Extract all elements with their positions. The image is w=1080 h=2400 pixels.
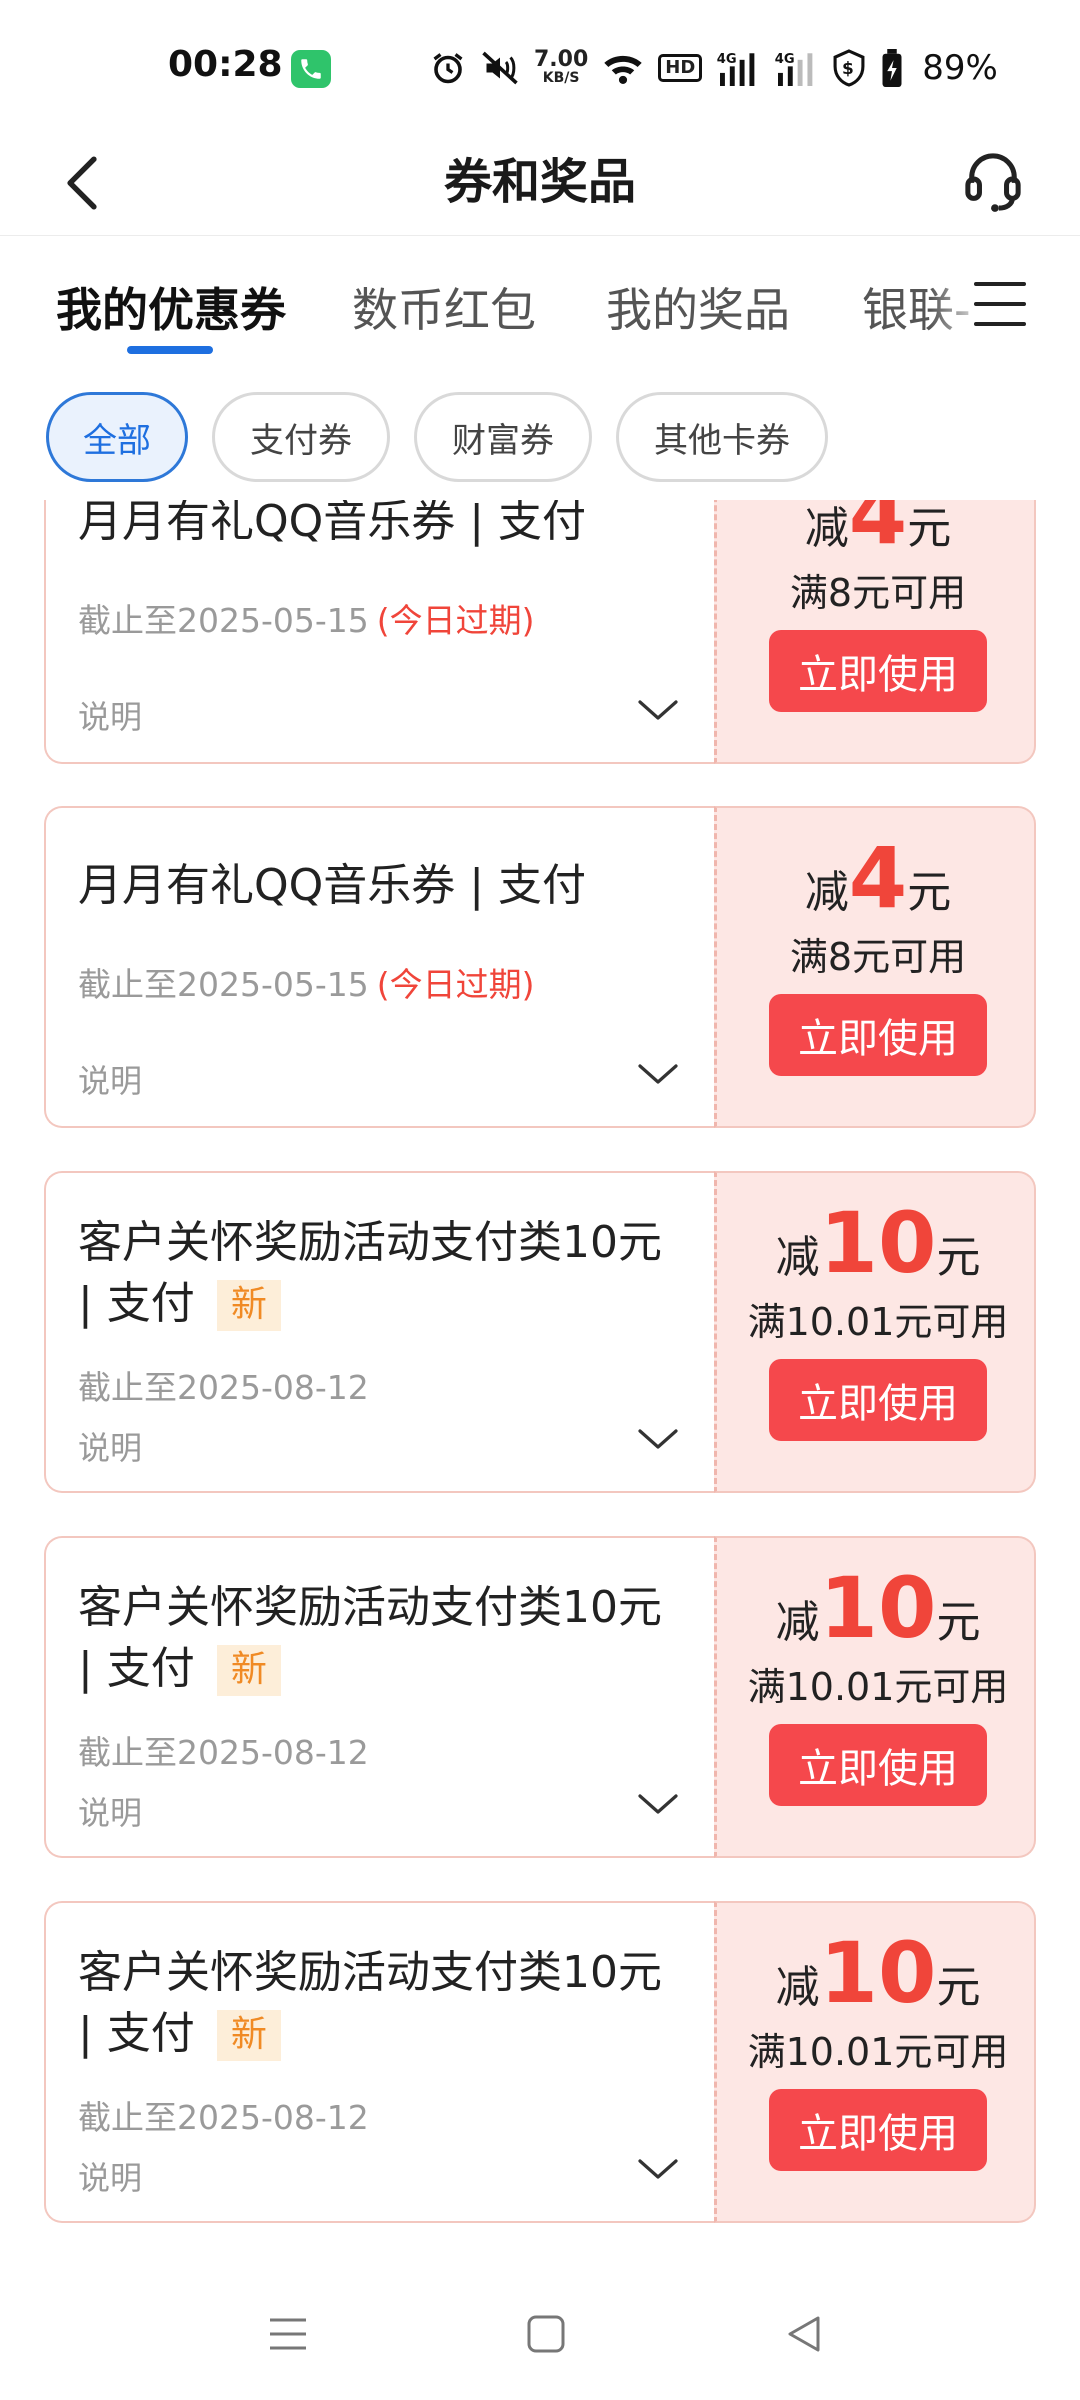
system-nav-bar <box>0 2268 1080 2400</box>
new-badge: 新 <box>216 2010 281 2062</box>
coupon-expiry: 截止至2025-08-12 <box>78 1368 369 1407</box>
coupon-amount: 减4元 <box>804 500 952 563</box>
active-tab-indicator <box>127 346 213 354</box>
back-triangle-icon <box>788 2316 820 2352</box>
use-now-button[interactable]: 立即使用 <box>769 994 987 1076</box>
filter-chips: 全部 支付券 财富券 其他卡券 <box>0 392 1080 484</box>
headset-icon <box>965 153 1021 212</box>
mute-icon <box>480 49 520 87</box>
expiry-warning: (今日过期) <box>376 965 535 1004</box>
coupon-condition: 满10.01元可用 <box>747 1300 1009 1344</box>
use-now-button[interactable]: 立即使用 <box>769 2089 987 2171</box>
menu-icon-line <box>974 302 1026 306</box>
coupon-card: 客户关怀奖励活动支付类10元 | 支付新 截止至2025-08-12 说明 减1… <box>44 1171 1036 1493</box>
chevron-down-icon[interactable] <box>636 690 680 730</box>
coupon-value-panel: 减4元 满8元可用 立即使用 <box>714 806 1036 1128</box>
customer-service-button[interactable] <box>958 146 1028 216</box>
filter-wealth-coupons[interactable]: 财富券 <box>414 392 592 482</box>
nav-back-button[interactable] <box>774 2304 834 2364</box>
coupon-info: 月月有礼QQ音乐券 | 支付 截止至2025-05-15 (今日过期) 说明 <box>44 500 714 764</box>
coupon-condition: 满10.01元可用 <box>747 1665 1009 1709</box>
coupon-info: 客户关怀奖励活动支付类10元 | 支付新 截止至2025-08-12 说明 <box>44 1171 714 1493</box>
menu-icon <box>270 2318 306 2350</box>
svg-text:$: $ <box>842 59 854 79</box>
coupon-card: 客户关怀奖励活动支付类10元 | 支付新 截止至2025-08-12 说明 减1… <box>44 1901 1036 2223</box>
home-square-icon <box>527 2315 565 2353</box>
battery-percent: 89% <box>922 48 998 88</box>
tab-bar: 我的优惠券 数币红包 我的奖品 银联- <box>0 236 1080 366</box>
coupon-title: 客户关怀奖励活动支付类10元 | 支付新 <box>78 1943 678 2064</box>
coupon-amount: 减10元 <box>775 1924 981 2022</box>
coupon-expiry: 截止至2025-05-15 (今日过期) <box>78 601 535 640</box>
menu-icon-line <box>974 282 1026 286</box>
coupon-value-panel: 减10元 满10.01元可用 立即使用 <box>714 1171 1036 1493</box>
coupon-amount: 减10元 <box>775 1194 981 1292</box>
coupon-amount: 减4元 <box>804 829 952 927</box>
coupon-value-panel: 减10元 满10.01元可用 立即使用 <box>714 1536 1036 1858</box>
coupon-card: 月月有礼QQ音乐券 | 支付 截止至2025-05-15 (今日过期) 说明 减4… <box>44 500 1036 764</box>
menu-icon-line <box>974 322 1026 326</box>
coupon-expiry: 截止至2025-08-12 <box>78 2098 369 2137</box>
chevron-down-icon[interactable] <box>636 1054 680 1094</box>
wifi-icon <box>602 49 644 87</box>
coupon-description-link[interactable]: 说明 <box>78 692 142 738</box>
coupon-card: 客户关怀奖励活动支付类10元 | 支付新 截止至2025-08-12 说明 减1… <box>44 1536 1036 1858</box>
coupon-description-link[interactable]: 说明 <box>78 1056 142 1102</box>
status-time: 00:28 <box>168 44 283 85</box>
coupon-title: 客户关怀奖励活动支付类10元 | 支付新 <box>78 1578 678 1699</box>
coupon-info: 客户关怀奖励活动支付类10元 | 支付新 截止至2025-08-12 说明 <box>44 1901 714 2223</box>
tab-my-coupons[interactable]: 我的优惠券 <box>56 274 286 340</box>
chevron-down-icon[interactable] <box>636 2149 680 2189</box>
coupon-title: 月月有礼QQ音乐券 | 支付 <box>78 860 587 911</box>
coupon-info: 客户关怀奖励活动支付类10元 | 支付新 截止至2025-08-12 说明 <box>44 1536 714 1858</box>
new-badge: 新 <box>216 1280 281 1332</box>
coupon-expiry: 截止至2025-05-15 (今日过期) <box>78 965 535 1004</box>
battery-icon <box>880 49 904 87</box>
coupon-value-panel: 减4元 满8元可用 立即使用 <box>714 500 1036 764</box>
coupon-list: 月月有礼QQ音乐券 | 支付 截止至2025-05-15 (今日过期) 说明 减4… <box>0 500 1080 2268</box>
status-bar: 00:28 7.00 KB/S HD 4G 4G $ 89% <box>0 0 1080 130</box>
svg-text:4G: 4G <box>717 52 737 67</box>
signal-4g-icon: 4G <box>716 49 760 87</box>
use-now-button[interactable]: 立即使用 <box>769 630 987 712</box>
coupon-card: 月月有礼QQ音乐券 | 支付 截止至2025-05-15 (今日过期) 说明 减4… <box>44 806 1036 1128</box>
page-title: 券和奖品 <box>443 154 636 210</box>
tab-menu-button[interactable] <box>974 276 1030 332</box>
coupon-description-link[interactable]: 说明 <box>78 2153 142 2199</box>
signal-4g-icon: 4G <box>774 49 818 87</box>
new-badge: 新 <box>216 1645 281 1697</box>
filter-payment-coupons[interactable]: 支付券 <box>212 392 390 482</box>
coupon-amount: 减10元 <box>775 1559 981 1657</box>
expiry-warning: (今日过期) <box>376 601 535 640</box>
tab-digital-red-packets[interactable]: 数币红包 <box>352 274 536 340</box>
chevron-down-icon[interactable] <box>636 1419 680 1459</box>
coupon-info: 月月有礼QQ音乐券 | 支付 截止至2025-05-15 (今日过期) 说明 <box>44 806 714 1128</box>
use-now-button[interactable]: 立即使用 <box>769 1724 987 1806</box>
tab-my-prizes[interactable]: 我的奖品 <box>606 274 790 340</box>
coupon-condition: 满8元可用 <box>789 571 967 615</box>
coupon-expiry: 截止至2025-08-12 <box>78 1733 369 1772</box>
coupon-title: 客户关怀奖励活动支付类10元 | 支付新 <box>78 1213 678 1334</box>
alarm-icon <box>430 49 466 87</box>
svg-text:4G: 4G <box>775 52 795 67</box>
nav-home-button[interactable] <box>516 2304 576 2364</box>
shield-icon: $ <box>832 49 866 87</box>
title-bar: 券和奖品 <box>0 130 1080 236</box>
coupon-condition: 满10.01元可用 <box>747 2030 1009 2074</box>
call-icon <box>291 50 331 88</box>
coupon-title: 月月有礼QQ音乐券 | 支付 <box>78 500 587 547</box>
filter-other-cards[interactable]: 其他卡券 <box>616 392 828 482</box>
net-speed: 7.00 KB/S <box>534 47 589 86</box>
chevron-down-icon[interactable] <box>636 1784 680 1824</box>
use-now-button[interactable]: 立即使用 <box>769 1359 987 1441</box>
coupon-description-link[interactable]: 说明 <box>78 1788 142 1834</box>
coupon-value-panel: 减10元 满10.01元可用 立即使用 <box>714 1901 1036 2223</box>
filter-all[interactable]: 全部 <box>46 392 188 482</box>
coupon-description-link[interactable]: 说明 <box>78 1423 142 1469</box>
status-icons: 7.00 KB/S HD 4G 4G $ 89% <box>430 48 998 88</box>
coupon-condition: 满8元可用 <box>789 935 967 979</box>
hd-icon: HD <box>658 49 703 87</box>
nav-menu-button[interactable] <box>258 2304 318 2364</box>
